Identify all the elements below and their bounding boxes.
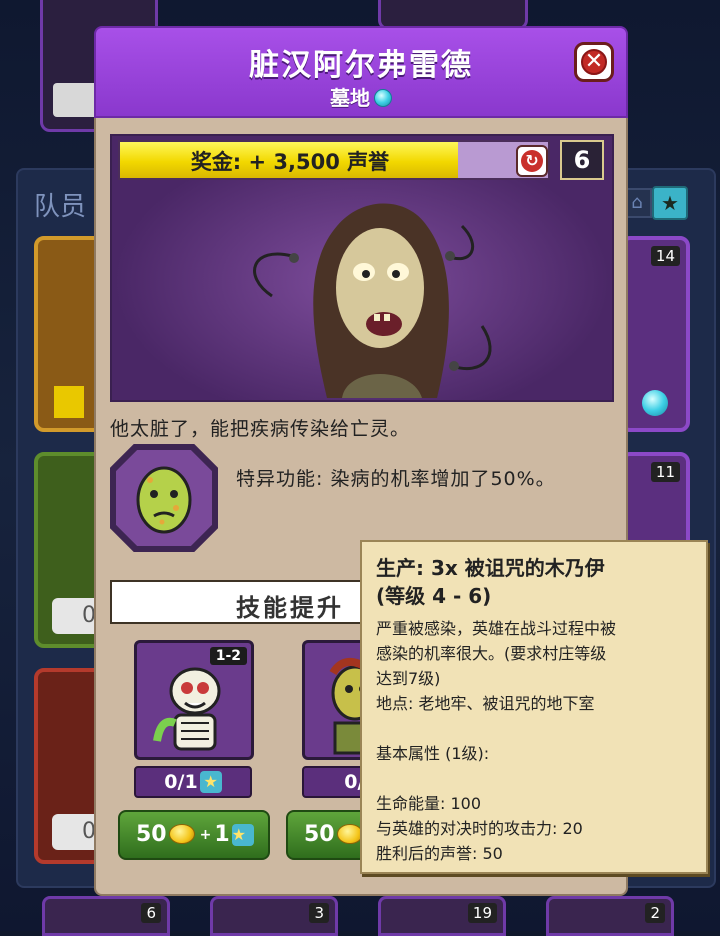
bounty-bar: 奖金: + 3,500 声誉 ↻ <box>118 140 550 180</box>
bottom-card-level: 3 <box>309 903 329 923</box>
plus-sign: + <box>199 827 212 843</box>
bottom-card-3[interactable]: 19 <box>378 896 506 936</box>
gem-icon <box>374 89 392 107</box>
coin-icon <box>168 824 195 844</box>
tooltip-subtitle: (等级 4 - 6) <box>376 584 492 608</box>
skill-level-badge: 1-2 <box>209 647 247 665</box>
close-button[interactable]: ✕ <box>574 42 614 82</box>
close-icon: ✕ <box>581 49 607 75</box>
tooltip-location: 地点: 老地牢、被诅咒的地下室 <box>376 694 595 713</box>
tooltip-attributes-header: 基本属性 (1级): <box>376 744 490 763</box>
hero-illustration <box>253 203 492 398</box>
ability-text: 特异功能: 染病的机率增加了50%。 <box>236 468 556 490</box>
tooltip-description: 严重被感染，英雄在战斗过程中被 感染的机率很大。(要求村庄等级 达到7级) 地点… <box>376 616 692 716</box>
tooltip-gap <box>376 716 692 741</box>
bounty-label: 奖金: + 3,500 声誉 <box>190 150 390 174</box>
upgrade-skill-button[interactable]: 50 +1 ★ <box>118 810 270 860</box>
sick-face-icon <box>136 466 192 534</box>
bottom-card-level: 6 <box>141 903 161 923</box>
bottom-card-4[interactable]: 2 <box>546 896 674 936</box>
skill-progress-text: 0/1 <box>164 771 198 793</box>
star-filter-button[interactable]: ★ <box>652 186 688 220</box>
bottom-card-1[interactable]: 6 <box>42 896 170 936</box>
bottom-card-level: 19 <box>467 903 497 923</box>
production-tooltip: 生产: 3x 被诅咒的木乃伊 (等级 4 - 6) 严重被感染，英雄在战斗过程中… <box>360 540 708 874</box>
refresh-icon: ↻ <box>521 150 543 172</box>
skill-card-skeleton[interactable]: 1-2 <box>134 640 254 760</box>
ability-icon-frame[interactable] <box>110 444 218 552</box>
hero-portrait: 奖金: + 3,500 声誉 ↻ 6 <box>110 134 614 402</box>
team-section-title: 队员 <box>34 192 87 222</box>
team-card-yellow-bar <box>54 386 84 418</box>
gem-icon <box>642 390 668 416</box>
dialog-header: 脏汉阿尔弗雷德 墓地 ✕ <box>94 26 628 118</box>
tooltip-attack: 与英雄的对决时的攻击力: 20 <box>376 819 583 838</box>
coin-icon <box>336 824 363 844</box>
tooltip-desc-line: 严重被感染，英雄在战斗过程中被 <box>376 619 617 638</box>
team-card-level: 14 <box>650 246 680 266</box>
hero-description: 他太脏了，能把疾病传染给亡灵。 <box>110 418 411 440</box>
bounty-count: 6 <box>560 140 604 180</box>
location-label: 墓地 <box>330 86 370 110</box>
tooltip-desc-line: 达到7级) <box>376 669 441 688</box>
team-card-right-1[interactable]: 14 <box>620 236 690 432</box>
coin-cost: 50 <box>304 822 335 847</box>
bottom-card-level: 2 <box>645 903 665 923</box>
tooltip-title: 生产: 3x 被诅咒的木乃伊 <box>376 556 605 580</box>
star-icon: ★ <box>231 824 254 846</box>
coin-cost: 50 <box>136 822 167 847</box>
tooltip-hp: 生命能量: 100 <box>376 794 482 813</box>
tooltip-desc-line: 感染的机率很大。(要求村庄等级 <box>376 644 607 663</box>
dialog-title: 脏汉阿尔弗雷德 <box>249 48 473 83</box>
bottom-card-2[interactable]: 3 <box>210 896 338 936</box>
star-cost: 1 <box>214 822 230 847</box>
star-icon: ★ <box>199 771 222 793</box>
team-card-level: 11 <box>650 462 680 482</box>
tooltip-gap <box>376 766 692 791</box>
ability-icon-bg <box>116 450 212 546</box>
skill-progress: 0/1 ★ <box>134 766 252 798</box>
refresh-button[interactable]: ↻ <box>516 145 548 177</box>
tooltip-reputation: 胜利后的声誉: 50 <box>376 844 503 863</box>
dialog-subtitle: 墓地 <box>96 82 626 111</box>
